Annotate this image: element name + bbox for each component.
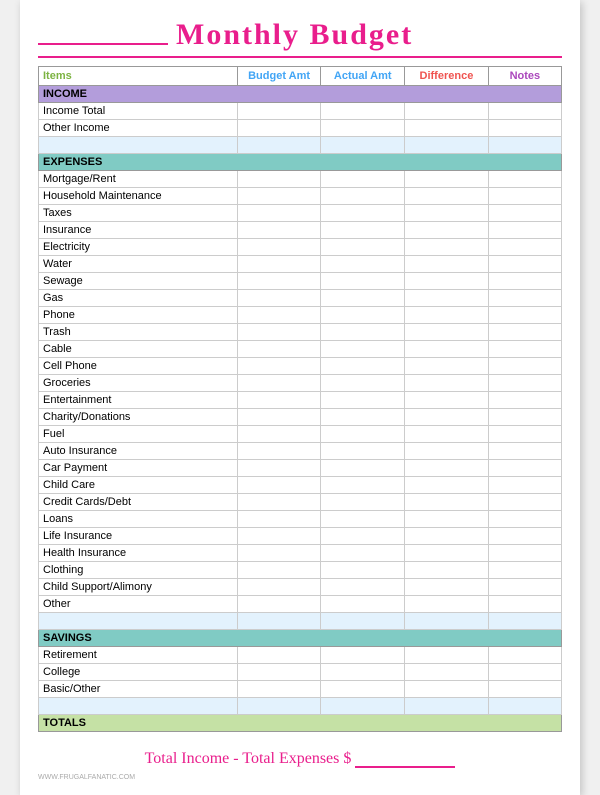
table-row: Trash <box>39 324 562 341</box>
table-row: Mortgage/Rent <box>39 171 562 188</box>
col-header-actual: Actual Amt <box>321 67 405 86</box>
table-row: Other <box>39 596 562 613</box>
table-row: Cell Phone <box>39 358 562 375</box>
table-row: Charity/Donations <box>39 409 562 426</box>
totals-section-header: TOTALS <box>39 715 562 732</box>
table-row: Water <box>39 256 562 273</box>
table-row: Taxes <box>39 205 562 222</box>
table-row: Child Support/Alimony <box>39 579 562 596</box>
table-row: Sewage <box>39 273 562 290</box>
table-row: Gas <box>39 290 562 307</box>
page-title: Monthly Budget <box>176 18 413 52</box>
table-row: College <box>39 664 562 681</box>
table-row: Credit Cards/Debt <box>39 494 562 511</box>
table-row: Fuel <box>39 426 562 443</box>
table-row: Clothing <box>39 562 562 579</box>
watermark: WWW.FRUGALFANATIC.COM <box>38 774 562 781</box>
table-row: Household Maintenance <box>39 188 562 205</box>
header: Monthly Budget <box>38 18 562 58</box>
totals-blank <box>355 750 455 768</box>
table-row: Car Payment <box>39 460 562 477</box>
col-header-items: Items <box>39 67 238 86</box>
col-header-notes: Notes <box>488 67 561 86</box>
budget-table: Items Budget Amt Actual Amt Difference N… <box>38 66 562 732</box>
table-row: Insurance <box>39 222 562 239</box>
table-row <box>39 698 562 715</box>
table-row: Basic/Other <box>39 681 562 698</box>
table-row: Electricity <box>39 239 562 256</box>
col-header-budget: Budget Amt <box>237 67 321 86</box>
table-row <box>39 613 562 630</box>
table-row: INCOME <box>39 86 562 103</box>
totals-footer: Total Income - Total Expenses $ <box>38 742 562 772</box>
column-headers: Items Budget Amt Actual Amt Difference N… <box>39 67 562 86</box>
table-row: Child Care <box>39 477 562 494</box>
table-row: Loans <box>39 511 562 528</box>
table-row: Entertainment <box>39 392 562 409</box>
table-row: Cable <box>39 341 562 358</box>
table-row: Auto Insurance <box>39 443 562 460</box>
table-row: Health Insurance <box>39 545 562 562</box>
col-header-difference: Difference <box>405 67 489 86</box>
page: Monthly Budget Items Budget Amt Actual A… <box>20 0 580 795</box>
table-row: Phone <box>39 307 562 324</box>
table-row: Life Insurance <box>39 528 562 545</box>
table-row: SAVINGS <box>39 630 562 647</box>
totals-text: Total Income - Total Expenses $ <box>145 750 352 768</box>
table-row: Income Total <box>39 103 562 120</box>
name-blank <box>38 25 168 45</box>
table-row: Other Income <box>39 120 562 137</box>
table-row <box>39 137 562 154</box>
table-row: Groceries <box>39 375 562 392</box>
table-row: Retirement <box>39 647 562 664</box>
table-row: EXPENSES <box>39 154 562 171</box>
